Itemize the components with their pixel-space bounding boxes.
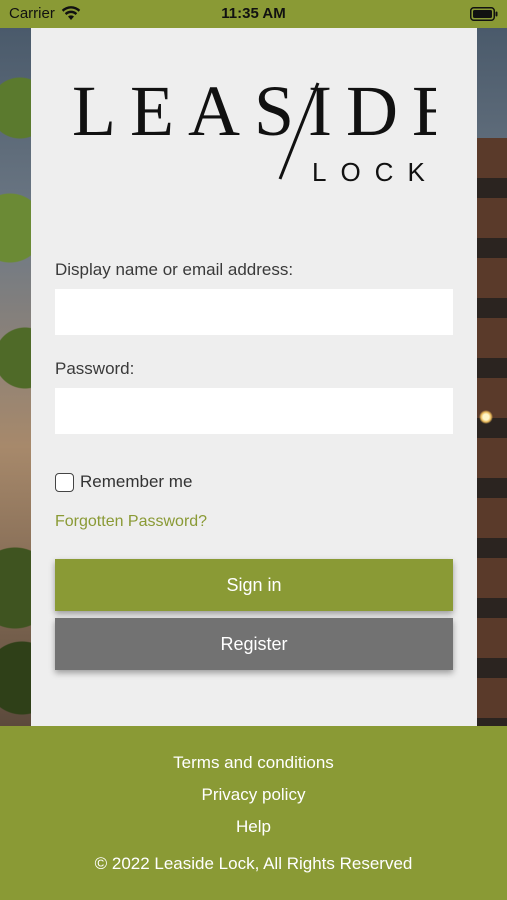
terms-link[interactable]: Terms and conditions (0, 753, 507, 773)
register-button[interactable]: Register (55, 618, 453, 670)
copyright-text: © 2022 Leaside Lock, All Rights Reserved (94, 854, 413, 873)
clock: 11:35 AM (221, 5, 286, 22)
battery-icon (470, 7, 498, 21)
logo-subtitle: LOCK (312, 157, 436, 187)
password-input[interactable] (55, 388, 453, 434)
remember-checkbox[interactable] (55, 472, 74, 492)
username-input[interactable] (55, 289, 453, 335)
privacy-link[interactable]: Privacy policy (0, 785, 507, 805)
background-building (477, 138, 507, 726)
status-bar: Carrier 11:35 AM (0, 0, 507, 28)
logo-wordmark: LEASIDE (72, 71, 436, 151)
remember-label: Remember me (80, 472, 193, 491)
leaside-lock-logo: LEASIDE LOCK (72, 71, 436, 187)
footer: Terms and conditions Privacy policy Help… (0, 726, 507, 900)
username-label: Display name or email address: (55, 260, 294, 279)
password-label: Password: (55, 359, 135, 378)
remember-me[interactable]: Remember me (55, 470, 192, 494)
login-panel: LEASIDE LOCK Display name or email addre… (31, 28, 477, 726)
forgot-password-link[interactable]: Forgotten Password? (55, 513, 207, 531)
help-link[interactable]: Help (0, 817, 507, 837)
signin-button[interactable]: Sign in (55, 559, 453, 611)
background-lamp (479, 410, 493, 424)
